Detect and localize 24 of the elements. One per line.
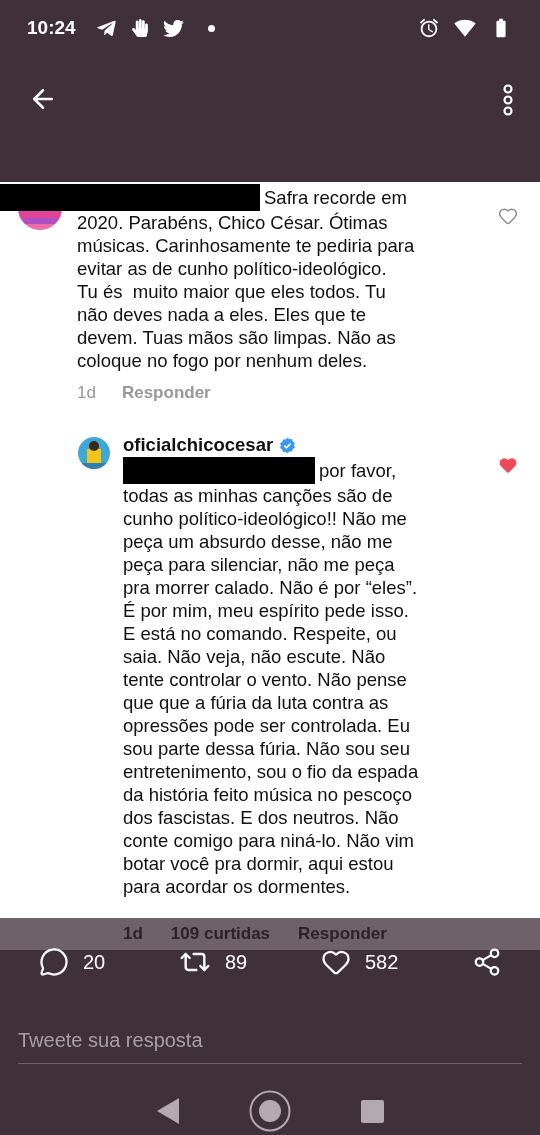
clock-time: 10:24 bbox=[27, 17, 76, 39]
recents-square-icon[interactable] bbox=[360, 1099, 384, 1123]
back-triangle-icon[interactable] bbox=[156, 1098, 179, 1124]
alarm-clock-icon bbox=[418, 17, 440, 39]
likes-count: 109 curtidas bbox=[170, 924, 271, 944]
dot-icon bbox=[207, 24, 215, 32]
hand-icon bbox=[130, 19, 149, 37]
wifi-icon bbox=[454, 17, 476, 39]
more-options-icon[interactable] bbox=[502, 84, 514, 116]
action-count: 20 bbox=[83, 950, 106, 974]
action-count: 89 bbox=[224, 950, 248, 974]
comment-age: 1d bbox=[123, 924, 143, 944]
comment-text: por favor, bbox=[319, 459, 397, 482]
username[interactable]: oficialchicocesar bbox=[123, 434, 274, 456]
reply-input-field[interactable]: Tweete sua resposta bbox=[18, 1018, 522, 1064]
share-icon[interactable] bbox=[472, 947, 502, 977]
speech-bubble-icon[interactable] bbox=[39, 947, 69, 977]
comment-text: Safra recorde em bbox=[264, 186, 407, 209]
bird-icon bbox=[162, 17, 184, 39]
action-count: 582 bbox=[364, 950, 399, 974]
comment-age: 1d bbox=[77, 383, 96, 403]
comment-text: todas as minhas canções são de cunho político-ideológico!! Não me peça um absurdo desse, não me peça para silenciar, não me peça pra morrer calado. Não é por “eles”. É por mim, meu espírito pede isso. E está no comando. Respeite, ou saia. Não veja, não escute. Não tente controlar o vento. Não pense que que a fúria da luta contra as opressões pode ser controlada. Eu sou parte dessa fúria. Não sou seu entretenimento, sou o fio da espada da história feito música no pescoço dos fascistas. E dos neutros. Não conte comigo para niná-lo. Não vim botar você pra dormir, aqui estou para acordar os dormentes. bbox=[123, 484, 420, 898]
comment-text: 2020. Parabéns, Chico César. Ótimas músicas. Carinhosamente te pediria para evitar as de cunho político-ideológico. Tu és muito maior que eles todos. Tu não deves nada a eles. Eles que te devem. Tuas mãos são limpas. Não as coloque no fogo por nenhum deles. bbox=[77, 211, 416, 372]
home-circle-icon[interactable] bbox=[248, 1090, 291, 1132]
